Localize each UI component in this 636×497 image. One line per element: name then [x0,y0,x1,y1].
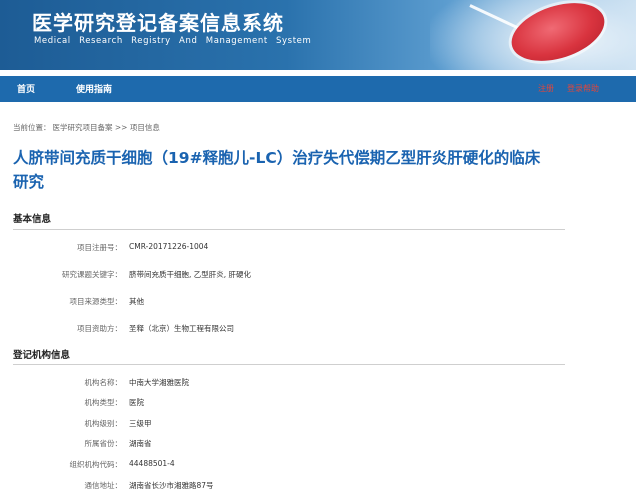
field-label-keywords: 研究课题关键字： [62,270,122,279]
site-title: 医学研究登记备案信息系统 [32,11,284,35]
breadcrumb-prefix: 当前位置： [13,123,51,132]
page-title-line1: 人脐带间充质干细胞（19#释胞儿-LC）治疗失代偿期乙型肝炎肝硬化的临床 [13,149,541,167]
field-label-registration-no: 项目注册号： [77,243,122,252]
nav-item-guide[interactable]: 使用指南 [76,82,112,95]
nav-bar: 首页 使用指南 注册 登录帮助 [0,76,636,102]
field-label-province: 所属省份： [84,439,123,448]
field-value-institution-type: 医院 [129,398,144,407]
nav-link-register[interactable]: 注册 [538,83,554,94]
header-banner: 医学研究登记备案信息系统 Medical Research Registry A… [0,0,636,70]
field-value-funder: 圣释（北京）生物工程有限公司 [129,324,234,333]
nav-link-login-help[interactable]: 登录帮助 [567,83,599,94]
field-value-org-code: 44488501-4 [129,459,175,468]
field-value-registration-no: CMR-20171226-1004 [129,242,209,251]
section-divider [13,229,565,230]
field-label-funder: 项目资助方： [77,324,122,333]
field-label-org-code: 组织机构代码： [69,460,123,469]
page-title: 人脐带间充质干细胞（19#释胞儿-LC）治疗失代偿期乙型肝炎肝硬化的临床 研究 [13,146,573,194]
field-value-institution-level: 三级甲 [129,419,152,428]
field-value-province: 湖南省 [129,439,152,448]
section-institution-info: 登记机构信息 [13,350,71,361]
section-basic-info: 基本信息 [13,214,52,225]
breadcrumb: 当前位置： 医学研究项目备案 >> 项目信息 [13,122,162,133]
breadcrumb-path[interactable]: 医学研究项目备案 >> 项目信息 [53,123,160,132]
site-subtitle: Medical Research Registry And Management… [34,36,312,46]
field-value-source-type: 其他 [129,297,144,306]
page-title-line2: 研究 [13,173,45,191]
field-label-institution-type: 机构类型： [84,398,123,407]
field-label-institution-level: 机构级别： [84,419,123,428]
field-label-address: 通信地址： [84,481,123,490]
field-value-institution-name: 中南大学湘雅医院 [129,378,189,387]
nav-item-home[interactable]: 首页 [17,82,35,95]
field-label-institution-name: 机构名称： [84,378,123,387]
field-value-address: 湖南省长沙市湘雅路87号 [129,481,214,490]
field-label-source-type: 项目来源类型： [69,297,123,306]
section-divider [13,364,565,365]
field-value-keywords: 脐带间充质干细胞, 乙型肝炎, 肝硬化 [129,270,252,279]
